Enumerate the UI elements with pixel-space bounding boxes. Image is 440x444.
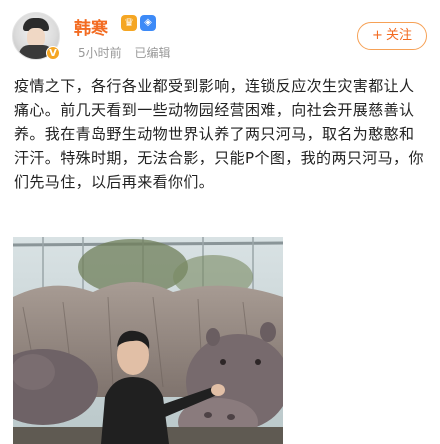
post-text: 疫情之下，各行各业都受到影响，连锁反应次生灾害都让人痛心。前几天看到一些动物园经…	[14, 77, 424, 191]
plus-icon: +	[372, 28, 383, 43]
follow-button[interactable]: + 关注	[357, 22, 427, 50]
post-header: V 韩寒 ♛ ◈ 5小时前 已编辑 + 关注	[0, 0, 440, 66]
follow-label: 关注	[385, 28, 412, 43]
post-meta: 5小时前 已编辑	[78, 44, 170, 61]
verified-icon: V	[46, 46, 60, 60]
post-photo[interactable]	[13, 237, 283, 444]
hippo-photo-illustration	[13, 237, 283, 444]
crown-icon[interactable]: ♛	[121, 15, 137, 31]
edited-label: 已编辑	[134, 46, 171, 60]
username[interactable]: 韩寒	[74, 14, 108, 39]
post-time: 5小时前	[78, 46, 122, 60]
shield-icon[interactable]: ◈	[140, 15, 156, 31]
